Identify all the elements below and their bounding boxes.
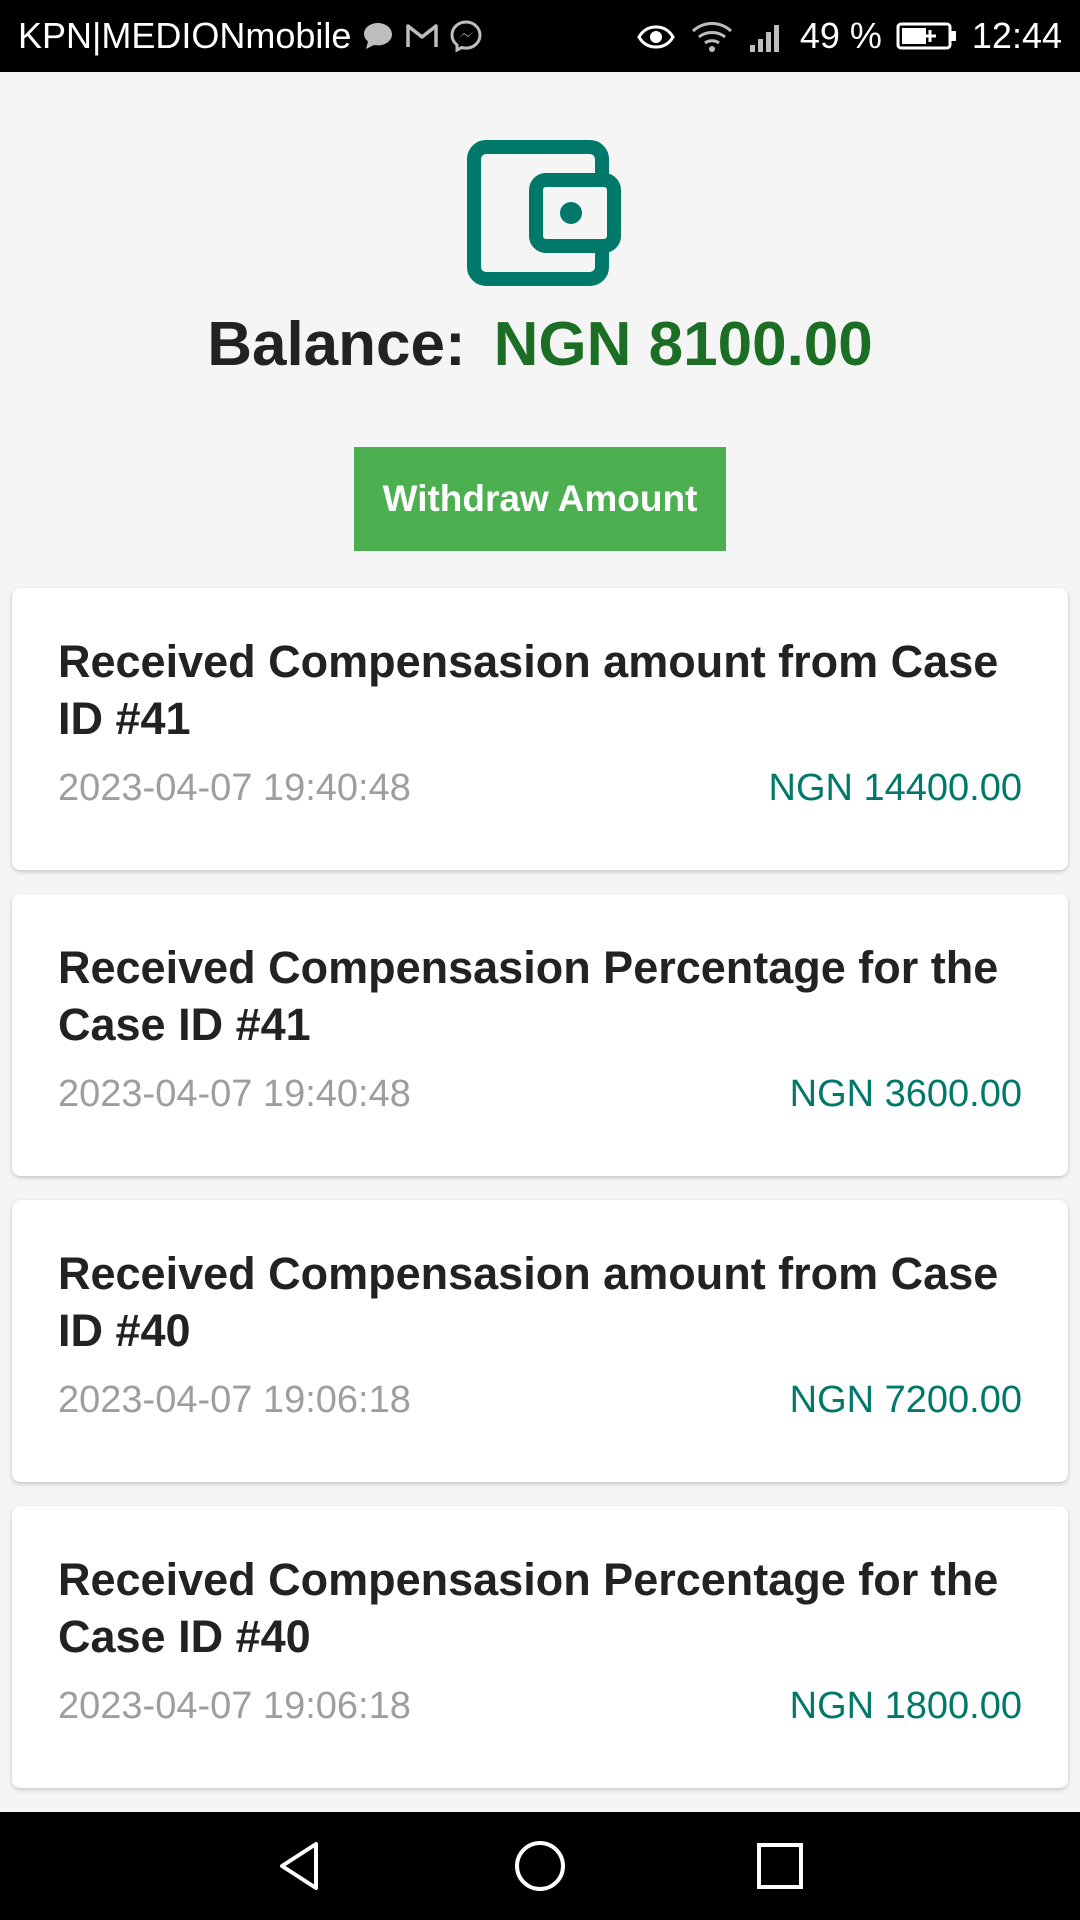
messenger-icon [449,19,483,53]
balance-label: Balance: [207,310,466,379]
transaction-amount: NGN 1800.00 [789,1685,1022,1727]
transaction-date: 2023-04-07 19:06:18 [58,1685,411,1727]
eye-icon [636,21,676,51]
recents-icon[interactable] [750,1836,810,1896]
transaction-meta: 2023-04-07 19:40:48 NGN 3600.00 [58,1066,1022,1122]
gmail-icon [405,22,439,50]
transaction-amount: NGN 14400.00 [768,767,1023,809]
transaction-card[interactable]: Received Compensasion Percentage for the… [12,894,1068,1176]
transaction-title: Received Compensasion amount from Case I… [58,636,999,744]
transaction-date: 2023-04-07 19:40:48 [58,767,411,809]
transaction-meta: 2023-04-07 19:06:18 NGN 7200.00 [58,1372,1022,1428]
status-right: 49 % 12:44 [636,15,1062,57]
transaction-title: Received Compensasion Percentage for the… [58,1554,999,1662]
carrier-name: KPN|MEDIONmobile [18,15,352,56]
transaction-amount: NGN 3600.00 [789,1073,1022,1115]
transaction-date: 2023-04-07 19:06:18 [58,1379,411,1421]
clock: 12:44 [971,15,1062,56]
transaction-meta: 2023-04-07 19:40:48 NGN 14400.00 [58,760,1022,816]
home-icon[interactable] [510,1836,570,1896]
transaction-list: Received Compensasion amount from Case I… [12,588,1068,1812]
transaction-card[interactable]: Received Compensasion amount from Case I… [12,1200,1068,1482]
status-bar: KPN|MEDIONmobile 49 % 12:44 [0,0,1080,72]
navigation-bar [0,1812,1080,1920]
balance-value: NGN 8100.00 [493,310,873,379]
status-left: KPN|MEDIONmobile [18,15,483,57]
transaction-amount: NGN 7200.00 [789,1379,1022,1421]
transaction-card[interactable]: Received Compensasion Percentage for the… [12,1506,1068,1788]
wifi-icon [690,19,734,53]
transaction-meta: 2023-04-07 19:06:18 NGN 1800.00 [58,1678,1022,1734]
wallet-icon [467,140,621,286]
signal-icon [748,19,786,53]
transaction-title: Received Compensasion Percentage for the… [58,942,999,1050]
balance-row: Balance: NGN 8100.00 [0,300,1080,390]
transaction-title: Received Compensasion amount from Case I… [58,1248,999,1356]
battery-percent: 49 % [799,15,882,56]
battery-icon [896,21,958,51]
back-icon[interactable] [270,1836,330,1896]
transaction-date: 2023-04-07 19:40:48 [58,1073,411,1115]
withdraw-amount-button[interactable]: Withdraw Amount [354,447,726,551]
chat-bubble-icon [361,21,395,51]
transaction-card[interactable]: Received Compensasion amount from Case I… [12,588,1068,870]
